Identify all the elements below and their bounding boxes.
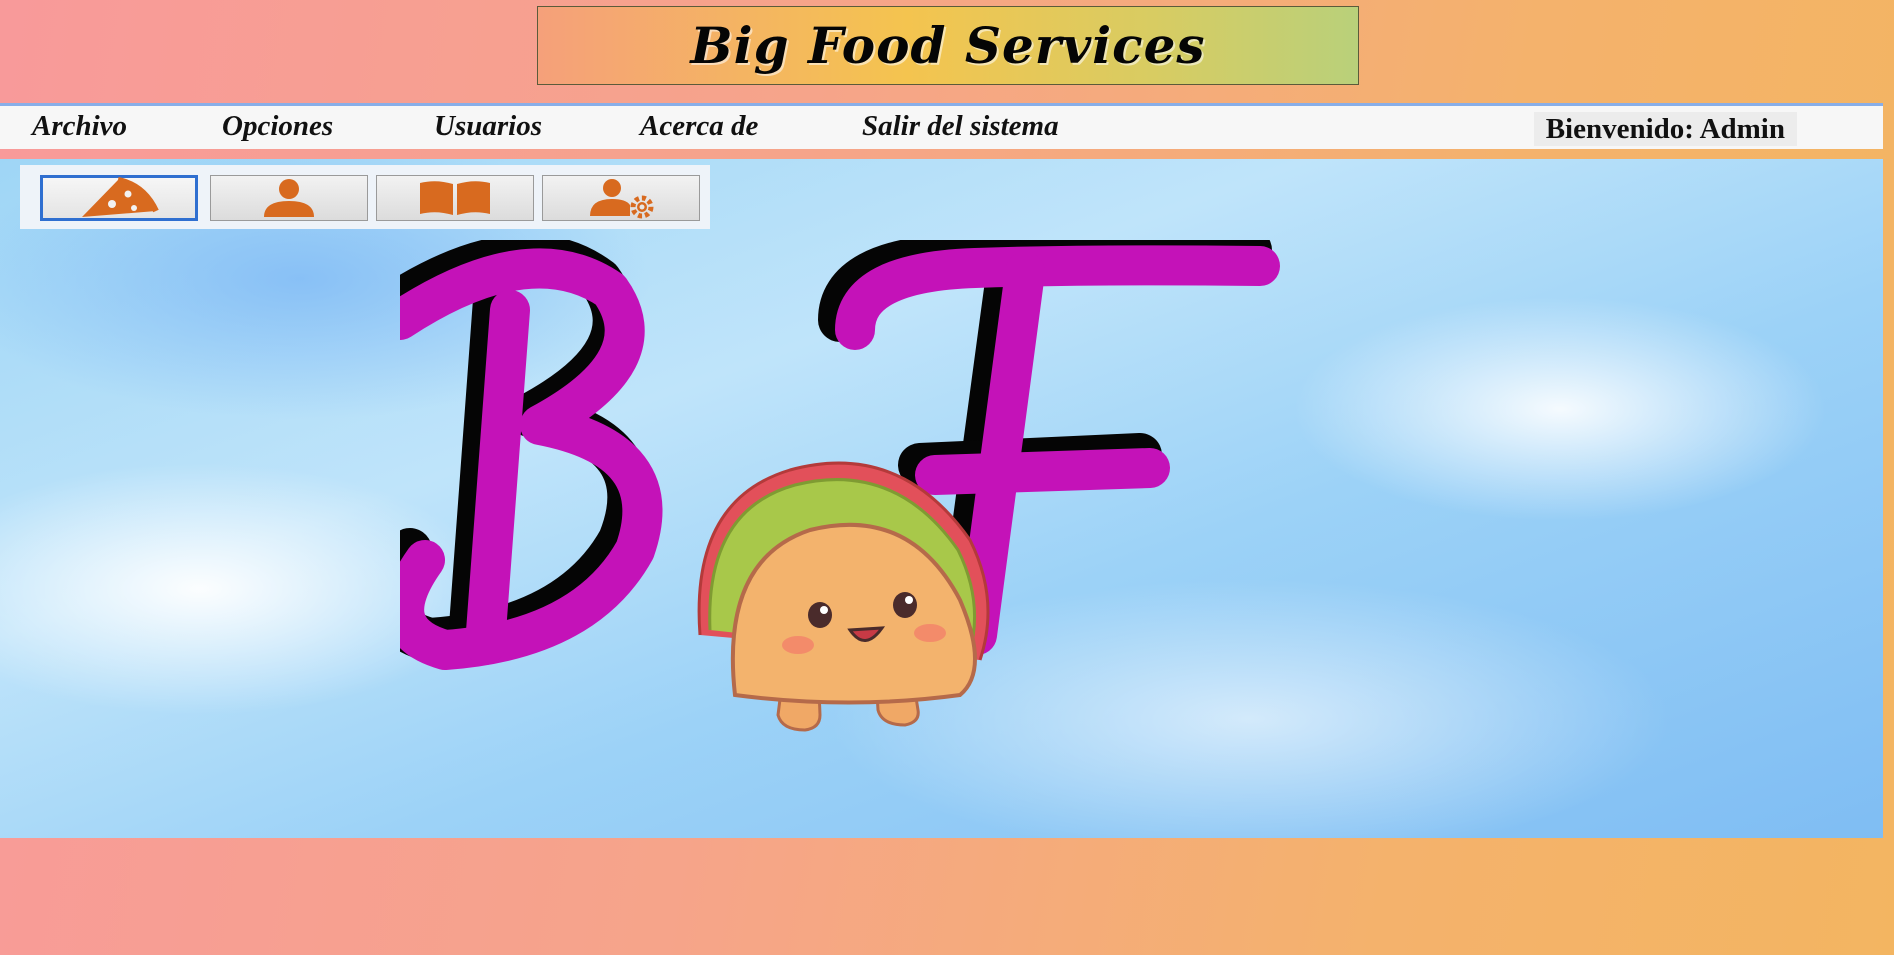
main-window: Big Food Services Archivo Opciones Usuar… (0, 0, 1894, 955)
menu-book-button[interactable] (376, 175, 534, 221)
users-button[interactable] (210, 175, 368, 221)
user-icon (264, 179, 314, 217)
pizza-slice-icon (82, 177, 159, 217)
menu-item-archivo[interactable]: Archivo (32, 110, 127, 143)
welcome-label: Bienvenido: Admin (1533, 112, 1797, 146)
book-icon (420, 181, 490, 215)
menu-bar: Archivo Opciones Usuarios Acerca de Sali… (0, 103, 1883, 149)
user-settings-button[interactable] (542, 175, 700, 221)
taco-mascot (697, 461, 990, 732)
title-banner: Big Food Services (537, 6, 1359, 85)
pizza-button[interactable] (40, 175, 198, 221)
bf-logo (400, 240, 1280, 732)
app-title: Big Food Services (690, 16, 1206, 75)
menu-item-acerca-de[interactable]: Acerca de (640, 110, 758, 143)
user-settings-icon (590, 179, 654, 219)
menu-item-salir-del-sistema[interactable]: Salir del sistema (862, 110, 1059, 143)
menu-item-usuarios[interactable]: Usuarios (434, 110, 542, 143)
menu-item-opciones[interactable]: Opciones (222, 110, 333, 143)
toolbar (20, 165, 710, 229)
